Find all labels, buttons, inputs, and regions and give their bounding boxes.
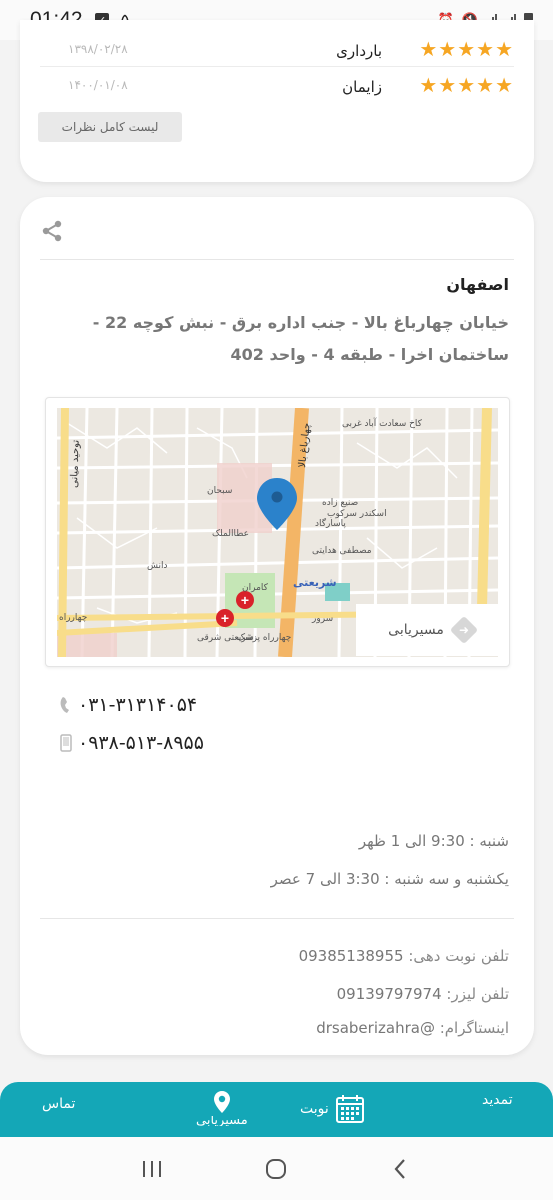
instagram[interactable]: اینستاگرام: @drsaberizahra <box>316 1019 509 1037</box>
star-rating: ★★★★★ <box>419 73 514 97</box>
full-reviews-button[interactable]: لیست کامل نظرات <box>38 112 182 142</box>
svg-text:+: + <box>221 610 229 626</box>
mobile-phone-icon <box>60 734 72 752</box>
hours-line: شنبه : 9:30 الی 1 ظهر <box>358 832 509 850</box>
reviews-card: ۱۳۹۸/۰۲/۲۸ بارداری ★★★★★ ۱۴۰۰/۰۱/۰۸ زایم… <box>20 20 534 182</box>
map-label: صنیع زاده <box>322 498 358 508</box>
laser-phone[interactable]: تلفن لیزر: 09139797974 <box>337 985 509 1003</box>
review-date: ۱۴۰۰/۰۱/۰۸ <box>68 78 128 92</box>
route-label: مسیریابی <box>388 622 444 638</box>
map-label: سبحان <box>207 486 232 496</box>
instagram-label: اینستاگرام: <box>439 1019 509 1037</box>
recent-apps-icon[interactable] <box>139 1156 165 1182</box>
review-row: ۱۴۰۰/۰۱/۰۸ زایمان ★★★★★ <box>40 72 514 102</box>
landline-row[interactable]: ۰۳۱-۳۱۳۱۴۰۵۴ <box>60 694 197 716</box>
star-rating: ★★★★★ <box>419 37 514 61</box>
directions-icon: ➜ <box>449 615 478 645</box>
laser-label: تلفن لیزر: <box>446 985 509 1003</box>
city-name: اصفهان <box>446 275 509 294</box>
svg-text:+: + <box>241 592 249 608</box>
appointment-value: 09385138955 <box>298 947 404 965</box>
nav-call-label: تماس <box>42 1096 76 1112</box>
nav-map[interactable]: مسیریابی <box>196 1090 248 1126</box>
map-label: توحید میانی <box>69 439 82 488</box>
nav-appointment-label: نوبت <box>300 1101 329 1117</box>
review-label: زایمان <box>342 78 382 96</box>
instagram-value: @drsaberizahra <box>316 1019 435 1037</box>
hours-line: یکشنبه و سه شنبه : 3:30 الی 7 عصر <box>270 870 509 888</box>
map-card: + + کاخ سعادت آباد غربی صنیع زاده سبحان … <box>45 397 510 667</box>
address-text: خیابان چهارباغ بالا - جنب اداره برق - نب… <box>92 313 509 364</box>
map-label: مصطفی هدایتی <box>312 546 372 556</box>
location-pin-icon <box>213 1091 230 1113</box>
system-nav-bar <box>0 1137 553 1200</box>
review-label: بارداری <box>336 42 382 60</box>
laser-value: 09139797974 <box>336 985 442 1003</box>
map-label: سرور <box>311 614 333 624</box>
map-label: چهارراه پزشک <box>237 633 291 643</box>
location-card: اصفهان خیابان چهارباغ بالا - جنب اداره ب… <box>20 197 534 1055</box>
divider <box>40 259 514 260</box>
map-label: شریعتی <box>293 576 337 589</box>
back-icon[interactable] <box>388 1156 414 1182</box>
bottom-nav: تماس مسیریابی نوبت تمدید <box>0 1082 553 1137</box>
calendar-icon <box>335 1095 364 1123</box>
appointment-label: تلفن نوبت دهی: <box>408 947 509 965</box>
map-label: چهارراه <box>59 613 87 623</box>
route-button[interactable]: مسیریابی ➜ <box>356 604 506 656</box>
home-icon[interactable] <box>263 1156 289 1182</box>
landline-number: ۰۳۱-۳۱۳۱۴۰۵۴ <box>78 694 198 716</box>
map-label: اسکندر سرکوب <box>327 509 387 519</box>
nav-appointment[interactable]: نوبت <box>300 1094 365 1124</box>
review-date: ۱۳۹۸/۰۲/۲۸ <box>68 42 128 56</box>
nav-renew-label: تمدید <box>482 1092 513 1108</box>
review-row: ۱۳۹۸/۰۲/۲۸ بارداری ★★★★★ <box>40 36 514 67</box>
phone-icon <box>60 697 69 713</box>
map-label: کاخ سعادت آباد غربی <box>342 417 423 429</box>
map-label: عطاالملک <box>212 529 249 539</box>
mobile-number: ۰۹۳۸-۵۱۳-۸۹۵۵ <box>78 732 204 754</box>
map-label: کامران <box>242 583 269 593</box>
nav-call[interactable]: تماس <box>42 1096 75 1112</box>
nav-map-label: مسیریابی <box>196 1116 248 1126</box>
mobile-row[interactable]: ۰۹۳۸-۵۱۳-۸۹۵۵ <box>60 732 204 754</box>
divider <box>40 918 514 919</box>
map-label: دانش <box>147 561 168 571</box>
nav-renew[interactable]: تمدید <box>482 1092 513 1108</box>
share-icon[interactable] <box>40 219 64 243</box>
appointment-phone[interactable]: تلفن نوبت دهی: 09385138955 <box>299 947 509 965</box>
